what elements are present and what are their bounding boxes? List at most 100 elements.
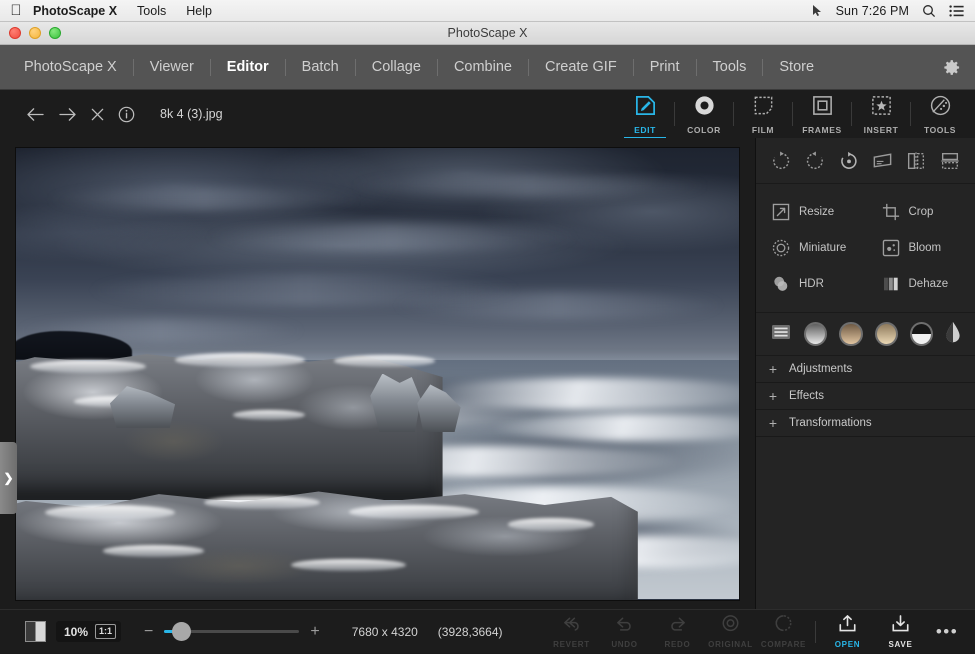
- zoom-controls-group: 10% 1:1 − + 7680 x 4320 (3928,3664): [0, 621, 503, 642]
- accordion-effects[interactable]: + Effects: [756, 383, 975, 410]
- tool-crop[interactable]: Crop: [866, 194, 975, 230]
- zoom-out-button[interactable]: −: [144, 624, 153, 640]
- editor-sub-toolbar: 8k 4 (3).jpg EDIT: [0, 90, 975, 138]
- info-circle-icon[interactable]: [118, 106, 135, 123]
- mode-tab-frames[interactable]: FRAMES: [795, 90, 849, 138]
- palette-icon: [929, 94, 952, 122]
- mode-tab-frames-label: FRAMES: [802, 125, 842, 135]
- accordion-adjustments-label: Adjustments: [789, 363, 852, 375]
- save-label: SAVE: [889, 640, 913, 649]
- save-button[interactable]: SAVE: [874, 610, 927, 654]
- mode-tab-tools[interactable]: TOOLS: [913, 90, 967, 138]
- pencil-square-icon: [634, 94, 657, 122]
- edit-tool-grid: Resize Crop Miniature: [756, 184, 975, 308]
- arrow-left-icon[interactable]: [26, 107, 45, 122]
- tool-hdr[interactable]: HDR: [756, 266, 866, 302]
- nav-tab-editor[interactable]: Editor: [211, 45, 285, 90]
- one-to-one-button[interactable]: 1:1: [95, 624, 116, 639]
- redo-label: REDO: [665, 640, 691, 649]
- nav-tab-batch[interactable]: Batch: [286, 45, 355, 90]
- tool-dehaze[interactable]: Dehaze: [866, 266, 975, 302]
- image-canvas-area[interactable]: [0, 138, 755, 609]
- nav-tab-combine[interactable]: Combine: [438, 45, 528, 90]
- mode-tab-edit[interactable]: EDIT: [618, 90, 672, 138]
- redo-button[interactable]: REDO: [651, 610, 704, 654]
- search-icon[interactable]: [922, 4, 936, 18]
- accordion-transformations[interactable]: + Transformations: [756, 410, 975, 437]
- main-nav-bar: PhotoScape X Viewer Editor Batch Collage…: [0, 45, 975, 90]
- nav-tab-store[interactable]: Store: [763, 45, 830, 90]
- menu-item-app-name[interactable]: PhotoScape X: [31, 0, 127, 22]
- open-button[interactable]: OPEN: [821, 610, 874, 654]
- upload-arrow-icon: [837, 614, 858, 638]
- revert-arrow-icon: [561, 615, 582, 638]
- control-center-icon[interactable]: [949, 5, 964, 17]
- mode-tab-separator: [792, 102, 793, 126]
- filter-gray-swatch[interactable]: [804, 322, 827, 346]
- compare-button[interactable]: COMPARE: [757, 610, 810, 654]
- perspective-icon[interactable]: [868, 147, 896, 175]
- zoom-percent-label: 10%: [64, 625, 88, 639]
- mode-tab-insert[interactable]: INSERT: [854, 90, 908, 138]
- zoom-level-box[interactable]: 10% 1:1: [56, 621, 121, 642]
- mode-tab-film[interactable]: FILM: [736, 90, 790, 138]
- free-rotate-icon[interactable]: [835, 147, 863, 175]
- filter-droplet-icon[interactable]: [945, 320, 961, 349]
- black-white-split-icon[interactable]: [25, 621, 46, 642]
- revert-button[interactable]: REVERT: [545, 610, 598, 654]
- zoom-slider-knob[interactable]: [172, 622, 191, 641]
- accordion-effects-label: Effects: [789, 390, 824, 402]
- rotate-left-icon[interactable]: [801, 147, 829, 175]
- mode-tab-color[interactable]: COLOR: [677, 90, 731, 138]
- nav-tab-create-gif[interactable]: Create GIF: [529, 45, 633, 90]
- maximize-window-button[interactable]: [49, 27, 61, 39]
- nav-tab-print[interactable]: Print: [634, 45, 696, 90]
- more-options-button[interactable]: •••: [927, 610, 967, 654]
- miniature-blur-icon: [772, 239, 790, 257]
- menu-item-tools[interactable]: Tools: [127, 0, 176, 22]
- nav-tab-photoscape-x[interactable]: PhotoScape X: [8, 45, 133, 90]
- filter-list-icon[interactable]: [770, 321, 792, 348]
- tool-bloom[interactable]: Bloom: [866, 230, 975, 266]
- revert-label: REVERT: [553, 640, 590, 649]
- flip-horizontal-icon[interactable]: [902, 147, 930, 175]
- photo-preview[interactable]: [16, 148, 739, 600]
- filter-sepia-swatch[interactable]: [839, 322, 862, 346]
- filter-tan-swatch[interactable]: [875, 322, 898, 346]
- star-insert-icon: [870, 94, 893, 122]
- filter-half-swatch[interactable]: [910, 322, 933, 346]
- mode-tab-separator: [851, 102, 852, 126]
- left-drawer-handle[interactable]: ❯: [0, 442, 17, 514]
- original-circle-icon: [720, 614, 741, 638]
- macos-menu-bar:  PhotoScape X Tools Help Sun 7:26 PM: [0, 0, 975, 22]
- mode-tab-insert-label: INSERT: [864, 125, 899, 135]
- tool-miniature-label: Miniature: [799, 242, 846, 254]
- apple-logo-icon[interactable]: : [9, 3, 23, 19]
- original-button[interactable]: ORIGINAL: [704, 610, 757, 654]
- nav-tab-viewer[interactable]: Viewer: [134, 45, 210, 90]
- tool-miniature[interactable]: Miniature: [756, 230, 866, 266]
- menu-bar-right-group: Sun 7:26 PM: [812, 4, 975, 18]
- minimize-window-button[interactable]: [29, 27, 41, 39]
- tool-resize[interactable]: Resize: [756, 194, 866, 230]
- zoom-slider[interactable]: [164, 630, 299, 633]
- accordion-adjustments[interactable]: + Adjustments: [756, 356, 975, 383]
- nav-tab-tools[interactable]: Tools: [697, 45, 763, 90]
- rotate-right-icon[interactable]: [767, 147, 795, 175]
- mode-tab-separator: [910, 102, 911, 126]
- nav-tab-collage[interactable]: Collage: [356, 45, 437, 90]
- undo-button[interactable]: UNDO: [598, 610, 651, 654]
- mode-tab-edit-label: EDIT: [634, 125, 656, 135]
- redo-arrow-icon: [667, 615, 688, 638]
- zoom-in-button[interactable]: +: [310, 624, 319, 640]
- arrow-right-icon[interactable]: [58, 107, 77, 122]
- compare-dashed-circle-icon: [773, 614, 794, 638]
- close-window-button[interactable]: [9, 27, 21, 39]
- gear-icon[interactable]: [942, 58, 975, 77]
- close-x-icon[interactable]: [90, 107, 105, 122]
- color-ring-icon: [693, 94, 716, 122]
- flip-vertical-icon[interactable]: [936, 147, 964, 175]
- download-arrow-icon: [890, 614, 911, 638]
- menu-item-help[interactable]: Help: [176, 0, 222, 22]
- editor-body: 8k 4 (3).jpg EDIT: [0, 90, 975, 653]
